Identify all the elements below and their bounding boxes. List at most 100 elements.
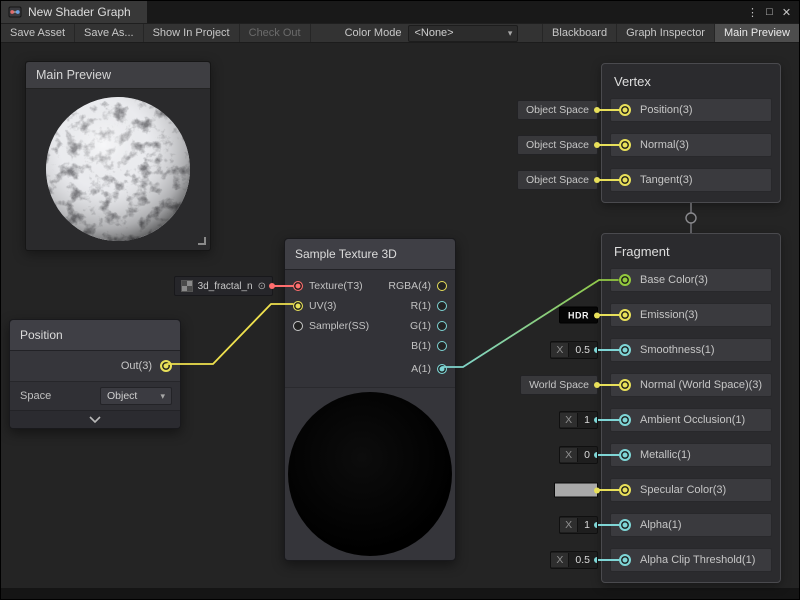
- maximize-icon[interactable]: □: [761, 6, 778, 18]
- fragment-row-ambient-occlusion[interactable]: X 1 Ambient Occlusion(1): [610, 408, 772, 432]
- position-out-row: Out(3): [10, 351, 180, 381]
- specular-color-label: Specular Color(3): [640, 484, 726, 496]
- ambient-occlusion-port[interactable]: [619, 414, 631, 426]
- main-preview-panel[interactable]: Main Preview: [25, 61, 211, 251]
- position-out-port[interactable]: [160, 360, 172, 372]
- collapse-chevron-icon: [89, 416, 101, 423]
- shader-graph-window: New Shader Graph ⋮ □ ✕ Save Asset Save A…: [0, 0, 800, 600]
- vertex-normal-port[interactable]: [619, 139, 631, 151]
- fragment-row-specular-color[interactable]: Specular Color(3): [610, 478, 772, 502]
- vertex-block[interactable]: Vertex Object Space Position(3) Object S…: [601, 63, 781, 203]
- float-x-label: X: [551, 553, 569, 567]
- color-mode-dropdown[interactable]: <None> ▾: [408, 25, 518, 42]
- metallic-port[interactable]: [619, 449, 631, 461]
- g-output-port[interactable]: [437, 321, 447, 331]
- float-x-label: X: [560, 413, 578, 427]
- fragment-row-metallic[interactable]: X 0 Metallic(1): [610, 443, 772, 467]
- tangent-space-dropdown[interactable]: Object Space: [517, 170, 598, 190]
- fragment-row-emission[interactable]: HDR Emission(3): [610, 303, 772, 327]
- base-color-port[interactable]: [619, 274, 631, 286]
- metallic-label: Metallic(1): [640, 449, 691, 461]
- a-output-label: A(1): [411, 363, 431, 375]
- check-out-button[interactable]: Check Out: [240, 24, 311, 42]
- tab-title: New Shader Graph: [28, 5, 131, 19]
- space-dropdown[interactable]: Object ▾: [100, 387, 172, 405]
- alpha-clip-port[interactable]: [619, 554, 631, 566]
- vertex-title: Vertex: [602, 64, 780, 98]
- normal-ws-space-dropdown[interactable]: World Space: [520, 375, 598, 395]
- chevron-down-icon: ▾: [160, 391, 165, 402]
- uv-input-port[interactable]: [293, 301, 303, 311]
- main-preview-button[interactable]: Main Preview: [714, 24, 799, 42]
- specular-color-port[interactable]: [619, 484, 631, 496]
- graph-inspector-button[interactable]: Graph Inspector: [616, 24, 714, 42]
- vertex-row-tangent[interactable]: Object Space Tangent(3): [610, 168, 772, 192]
- sampler-input-label: Sampler(SS): [309, 320, 369, 332]
- b-output-label: B(1): [411, 340, 431, 352]
- sample-node-title-label: Sample Texture 3D: [295, 247, 397, 261]
- emission-port[interactable]: [619, 309, 631, 321]
- fragment-row-normal-ws[interactable]: World Space Normal (World Space)(3): [610, 373, 772, 397]
- fragment-row-base-color[interactable]: Base Color(3): [610, 268, 772, 292]
- resize-handle[interactable]: [198, 237, 206, 245]
- tab-new-shader-graph[interactable]: New Shader Graph: [1, 1, 147, 23]
- object-picker-icon[interactable]: ⊙: [258, 281, 266, 292]
- position-node-title[interactable]: Position: [10, 320, 180, 351]
- menu-icon[interactable]: ⋮: [744, 6, 761, 19]
- sample-node-title[interactable]: Sample Texture 3D: [285, 239, 455, 270]
- sample-node-ports: 3d_fractal_n ⊙ Texture(T3) RGBA(4): [285, 270, 455, 387]
- graph-canvas[interactable]: Main Preview: [1, 43, 799, 588]
- alpha-field[interactable]: X 1: [559, 516, 598, 534]
- vertex-row-normal[interactable]: Object Space Normal(3): [610, 133, 772, 157]
- r-output-port[interactable]: [437, 301, 447, 311]
- texture-input-port[interactable]: [293, 281, 303, 291]
- save-asset-button[interactable]: Save Asset: [1, 24, 75, 42]
- specular-color-swatch[interactable]: [554, 483, 598, 498]
- vertex-tangent-port[interactable]: [619, 174, 631, 186]
- position-node[interactable]: Position Out(3) Space Object ▾: [9, 319, 181, 429]
- float-value: 1: [578, 518, 597, 532]
- a-output-port[interactable]: [437, 364, 447, 374]
- titlebar: New Shader Graph ⋮ □ ✕: [1, 1, 799, 23]
- normal-ws-port[interactable]: [619, 379, 631, 391]
- save-as-button[interactable]: Save As...: [75, 24, 144, 42]
- alpha-port[interactable]: [619, 519, 631, 531]
- edge-position-out-to-uv[interactable]: [167, 304, 293, 364]
- sample-node-preview: [285, 387, 455, 560]
- texture-field[interactable]: 3d_fractal_n ⊙: [174, 276, 273, 296]
- smoothness-port[interactable]: [619, 344, 631, 356]
- fragment-block[interactable]: Fragment Base Color(3) HDR Emission(3) X…: [601, 233, 781, 583]
- ambient-occlusion-field[interactable]: X 1: [559, 411, 598, 429]
- panel-toggles: Blackboard Graph Inspector Main Preview: [542, 24, 799, 42]
- rgba-output-port[interactable]: [437, 281, 447, 291]
- fragment-row-alpha-clip[interactable]: X 0.5 Alpha Clip Threshold(1): [610, 548, 772, 572]
- shader-graph-icon: [8, 6, 22, 18]
- float-value: 1: [578, 413, 597, 427]
- main-preview-header[interactable]: Main Preview: [26, 62, 210, 89]
- show-in-project-button[interactable]: Show In Project: [144, 24, 240, 42]
- fragment-row-smoothness[interactable]: X 0.5 Smoothness(1): [610, 338, 772, 362]
- space-value: Object: [107, 390, 137, 402]
- vertex-position-port[interactable]: [619, 104, 631, 116]
- metallic-field[interactable]: X 0: [559, 446, 598, 464]
- preview-sphere: [44, 95, 192, 243]
- sampler-input-port[interactable]: [293, 321, 303, 331]
- close-icon[interactable]: ✕: [778, 6, 795, 19]
- vertex-row-position[interactable]: Object Space Position(3): [610, 98, 772, 122]
- b-output-port[interactable]: [437, 341, 447, 351]
- fragment-row-alpha[interactable]: X 1 Alpha(1): [610, 513, 772, 537]
- port-row: A(1): [285, 359, 455, 379]
- alpha-clip-field[interactable]: X 0.5: [550, 551, 598, 569]
- emission-hdr-field[interactable]: HDR: [559, 307, 598, 324]
- port-row: Sampler(SS) G(1): [285, 316, 455, 336]
- port-row: 3d_fractal_n ⊙ Texture(T3) RGBA(4): [285, 276, 455, 296]
- collapse-preview-button[interactable]: [10, 410, 180, 428]
- uv-input: UV(3): [285, 300, 336, 312]
- sample-texture-3d-node[interactable]: Sample Texture 3D 3d_fractal_n ⊙ Texture…: [284, 238, 456, 561]
- blackboard-button[interactable]: Blackboard: [542, 24, 616, 42]
- vertex-fragment-connector-dot[interactable]: [686, 213, 696, 223]
- position-space-dropdown[interactable]: Object Space: [517, 100, 598, 120]
- color-mode-label: Color Mode: [345, 27, 402, 39]
- normal-space-dropdown[interactable]: Object Space: [517, 135, 598, 155]
- smoothness-field[interactable]: X 0.5: [550, 341, 598, 359]
